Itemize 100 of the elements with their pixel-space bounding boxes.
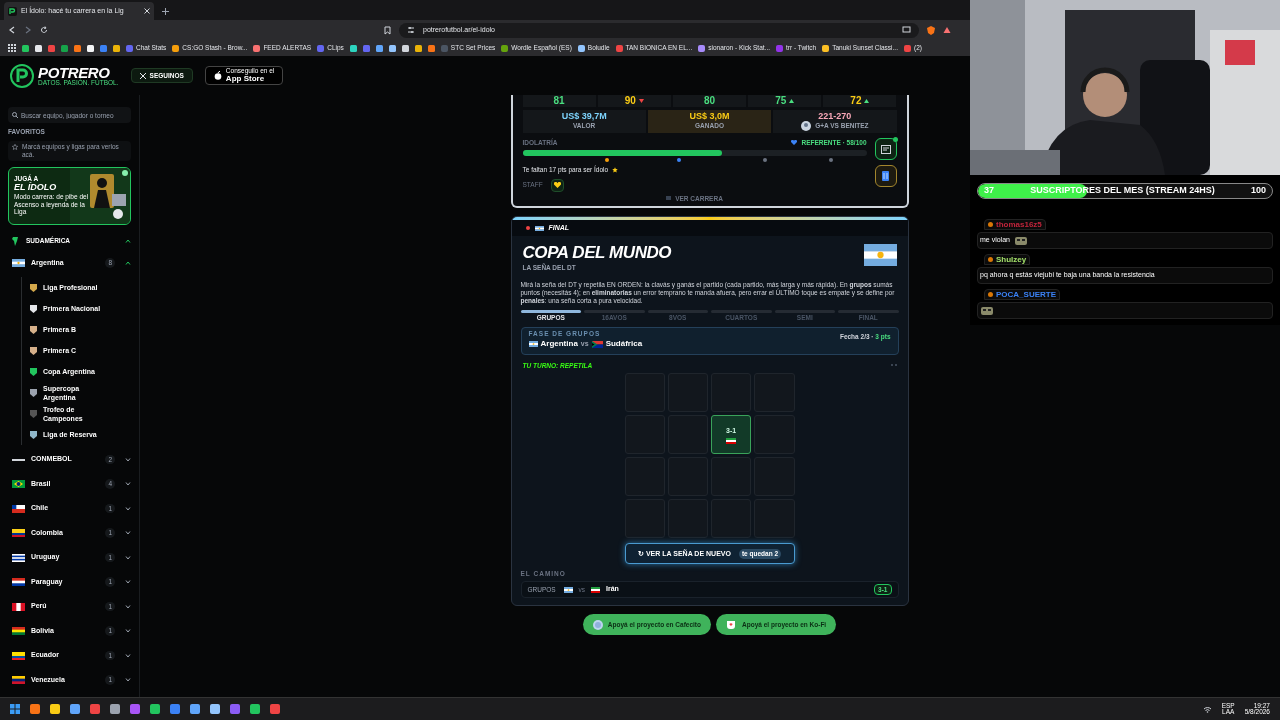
flag-icon — [534, 225, 544, 231]
reload-icon[interactable] — [40, 26, 48, 34]
chevron-down-icon[interactable] — [125, 629, 131, 633]
bookmark-icon[interactable] — [375, 44, 383, 52]
chevron-down-icon[interactable] — [125, 555, 131, 560]
chevron-down-icon[interactable] — [125, 457, 131, 462]
crest-icon — [30, 388, 37, 397]
bookmark-icon[interactable] — [388, 44, 396, 52]
chevron-down-icon[interactable] — [125, 506, 131, 511]
bookmark-icon[interactable] — [113, 44, 120, 52]
contract-button[interactable] — [874, 138, 897, 160]
money-value: US$ 39,7M — [561, 112, 607, 122]
badge-icon — [988, 257, 993, 262]
team-name: Sudáfrica — [605, 338, 643, 351]
milestone-icon — [763, 157, 768, 162]
flag-icon — [12, 504, 25, 513]
x-logo-icon — [139, 72, 146, 79]
money-value: 221-270 — [818, 112, 852, 121]
star-icon — [12, 143, 18, 150]
shield-icon[interactable] — [927, 25, 935, 35]
flag-icon — [726, 437, 737, 444]
flag-icon — [12, 553, 25, 562]
flag-icon — [12, 529, 25, 537]
grid-tile[interactable] — [711, 499, 752, 539]
cup-icon — [726, 619, 737, 630]
stat-value: 72 — [850, 96, 862, 106]
chevron-up-icon[interactable] — [125, 239, 131, 244]
bookmark-icon[interactable] — [401, 44, 409, 52]
site-settings-icon — [407, 26, 415, 34]
chevron-down-icon[interactable] — [125, 482, 131, 486]
close-icon[interactable] — [144, 8, 150, 14]
avatar-icon — [801, 121, 812, 131]
goal-target: 100 — [1250, 184, 1266, 198]
forward-icon[interactable] — [24, 26, 32, 34]
apple-icon — [213, 71, 222, 80]
bookmark-icon[interactable] — [384, 25, 391, 35]
heart-icon — [791, 140, 798, 146]
badge-icon — [988, 292, 993, 297]
chevron-down-icon[interactable] — [125, 678, 131, 682]
flag-icon — [591, 340, 603, 348]
chevron-down-icon[interactable] — [125, 580, 131, 584]
stat-value: 75 — [775, 96, 787, 106]
bookmark-icon[interactable] — [349, 44, 357, 52]
wifi-icon[interactable] — [1202, 705, 1212, 713]
money-value: US$ 3,0M — [689, 112, 730, 122]
flag-icon — [12, 578, 25, 586]
bookmark-icon[interactable] — [35, 44, 42, 52]
document-icon — [880, 144, 891, 154]
chevron-down-icon[interactable] — [125, 604, 131, 609]
milestone-icon — [677, 157, 682, 162]
flag-icon — [528, 341, 538, 348]
cast-icon — [902, 26, 911, 34]
bookmark-icon[interactable] — [414, 44, 422, 52]
milestone-icon — [605, 157, 610, 162]
app-icon — [8, 6, 17, 16]
game-title: COPA DEL MUNDO — [522, 244, 672, 262]
wallet-button[interactable] — [874, 165, 897, 187]
back-icon[interactable] — [8, 26, 16, 34]
crest-icon — [30, 367, 37, 376]
grid-tile[interactable] — [667, 499, 708, 539]
flag-icon — [12, 602, 25, 611]
crest-icon — [30, 430, 37, 439]
coffee-icon — [592, 619, 603, 630]
crest-icon — [30, 346, 37, 355]
flag-icon — [863, 244, 897, 267]
grid-tile[interactable] — [754, 499, 795, 539]
brand-name: POTRERO — [38, 64, 110, 80]
crest-icon — [30, 409, 37, 418]
chevron-up-icon[interactable] — [125, 261, 131, 265]
flag-icon — [12, 676, 25, 684]
bookmark-icon[interactable] — [22, 44, 29, 52]
stat-value: 80 — [703, 96, 716, 106]
flag-icon — [12, 259, 25, 267]
chevron-down-icon[interactable] — [125, 653, 131, 658]
promo-title: EL ÍDOLO — [14, 182, 58, 194]
star-icon — [612, 166, 619, 173]
crest-icon — [30, 283, 37, 292]
chevron-down-icon[interactable] — [125, 531, 131, 535]
heart-icon — [553, 182, 561, 188]
flag-icon — [12, 480, 25, 488]
continent-icon — [12, 236, 18, 246]
grid-tile[interactable] — [624, 499, 665, 539]
card-icon — [666, 196, 672, 201]
bookmark-icon[interactable] — [87, 44, 94, 52]
triangle-icon[interactable] — [943, 26, 951, 34]
crest-icon — [30, 325, 37, 334]
goal-current: 37 — [984, 184, 994, 198]
new-tab-icon[interactable] — [162, 8, 169, 15]
staff-badge[interactable] — [550, 178, 564, 192]
badge-icon — [988, 222, 993, 227]
flag-icon — [591, 586, 600, 593]
crest-icon — [30, 304, 37, 313]
apps-icon[interactable] — [8, 44, 16, 52]
search-icon — [12, 112, 18, 118]
windows-icon[interactable] — [10, 704, 20, 714]
bars-icon — [882, 171, 889, 181]
flag-icon — [12, 627, 25, 635]
flag-icon — [563, 586, 573, 593]
team-name: Argentina — [540, 338, 578, 351]
milestone-icon — [828, 157, 833, 162]
